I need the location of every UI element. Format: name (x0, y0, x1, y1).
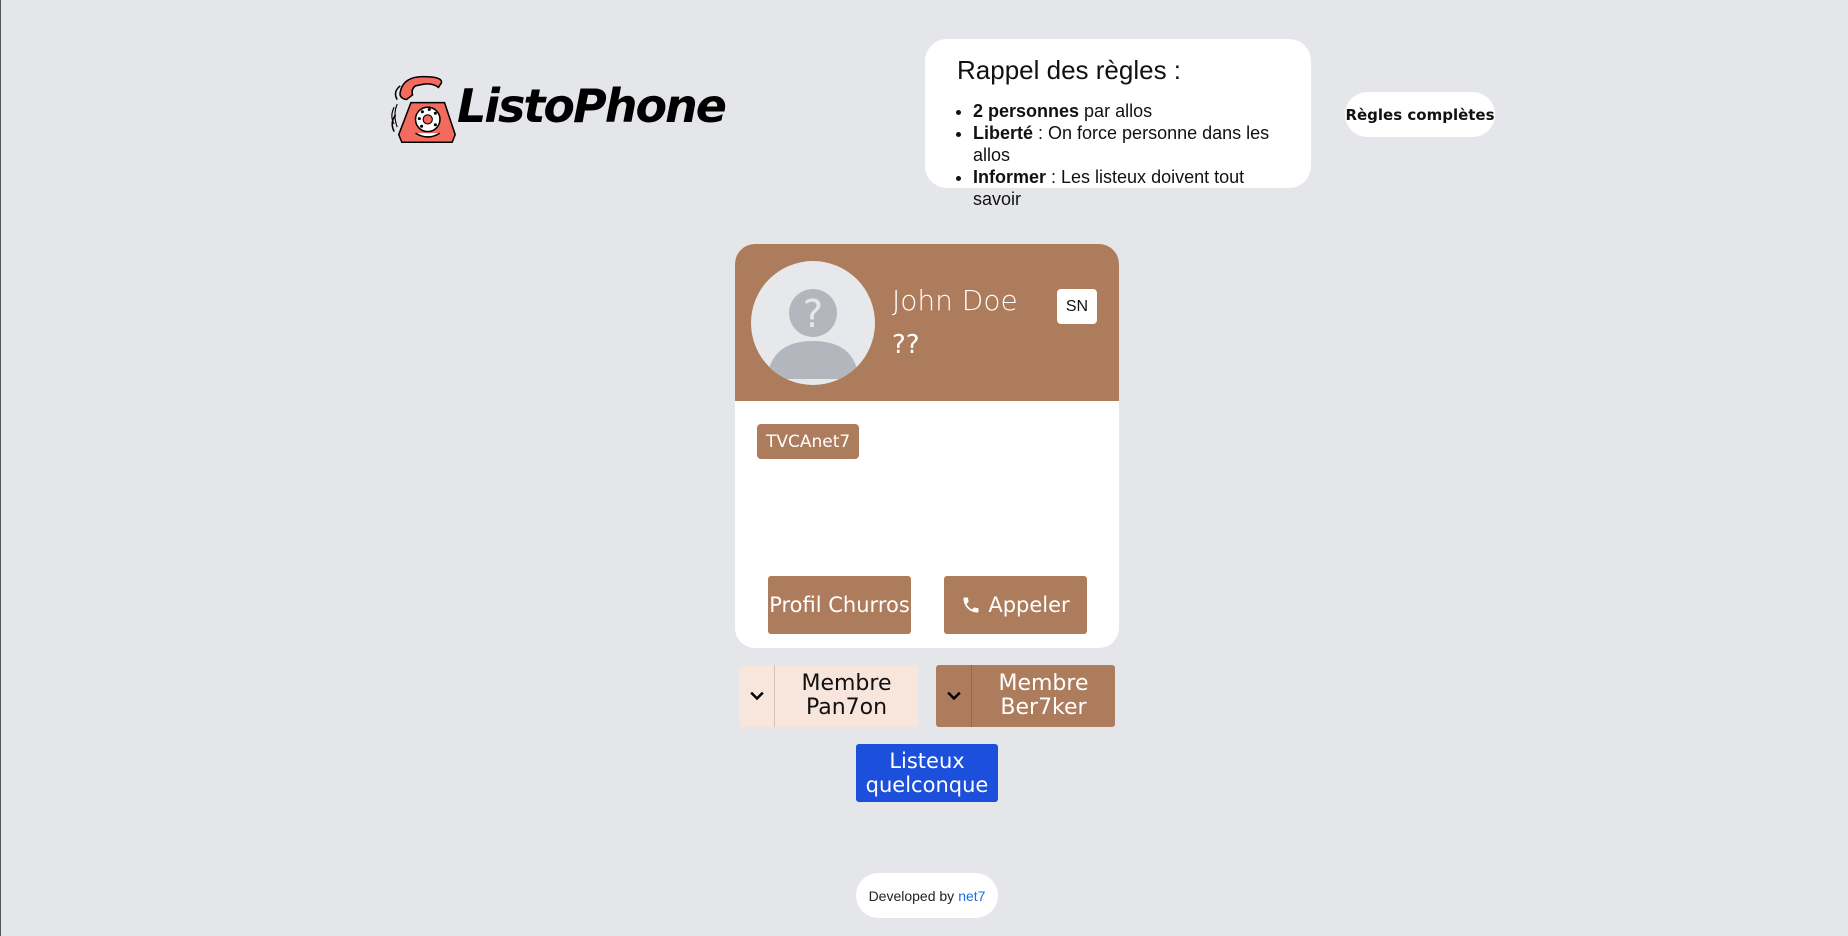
member-pan7on-dropdown[interactable]: Membre Pan7on (739, 665, 918, 727)
rule-bold: Liberté (973, 123, 1034, 143)
profile-card: ? John Doe ?? SN TVCAnet7 Profil Churros… (735, 244, 1119, 648)
call-label: Appeler (988, 593, 1070, 617)
group-tag: TVCAnet7 (757, 424, 860, 459)
logo-text: ListoPhone (456, 79, 727, 133)
profile-name: John Doe (892, 284, 1018, 317)
profile-churros-label: Profil Churros (769, 593, 910, 617)
profile-subtitle: ?? (892, 330, 920, 360)
rule-text: par allos (1079, 101, 1153, 121)
rule-item: Liberté : On force personne dans les all… (973, 122, 1287, 166)
listeux-quelconque-button[interactable]: Listeux quelconque (856, 744, 998, 802)
rule-bold: 2 personnes (973, 101, 1080, 121)
call-button[interactable]: Appeler (944, 576, 1087, 634)
phone-icon (963, 597, 979, 613)
rules-title: Rappel des règles : (957, 55, 1182, 85)
rule-item: Informer : Les listeux doivent tout savo… (973, 166, 1287, 210)
rules-card: Rappel des règles : 2 personnes par allo… (925, 39, 1311, 209)
member-ber7ker-dropdown[interactable]: Membre Ber7ker (936, 665, 1115, 727)
header: ListoPhone Rappel des règles : 2 personn… (1, 0, 1848, 209)
rule-bold: Informer (973, 167, 1047, 187)
member-label[interactable]: Membre Pan7on (775, 665, 918, 727)
rule-item: 2 personnes par allos (973, 100, 1287, 122)
member-label[interactable]: Membre Ber7ker (972, 665, 1115, 727)
chevron-down-icon[interactable] (739, 665, 775, 727)
full-rules-button[interactable]: Règles complètes (1345, 92, 1495, 137)
listophone-logo[interactable]: ListoPhone (385, 56, 727, 166)
sn-badge: SN (1057, 289, 1097, 324)
unknown-user-icon: ? (767, 289, 859, 379)
profile-churros-button[interactable]: Profil Churros (768, 576, 911, 634)
rules-list: 2 personnes par allos Liberté : On force… (957, 100, 1287, 210)
listeux-label: Listeux quelconque (865, 749, 989, 797)
avatar: ? (751, 261, 875, 385)
chevron-down-icon[interactable] (936, 665, 972, 727)
profile-card-header: ? John Doe ?? SN (735, 244, 1119, 401)
footer: Developed by net7 (856, 873, 998, 918)
footer-text: Developed by (868, 887, 955, 904)
svg-text:?: ? (803, 292, 823, 336)
net7-link[interactable]: net7 (958, 888, 985, 904)
